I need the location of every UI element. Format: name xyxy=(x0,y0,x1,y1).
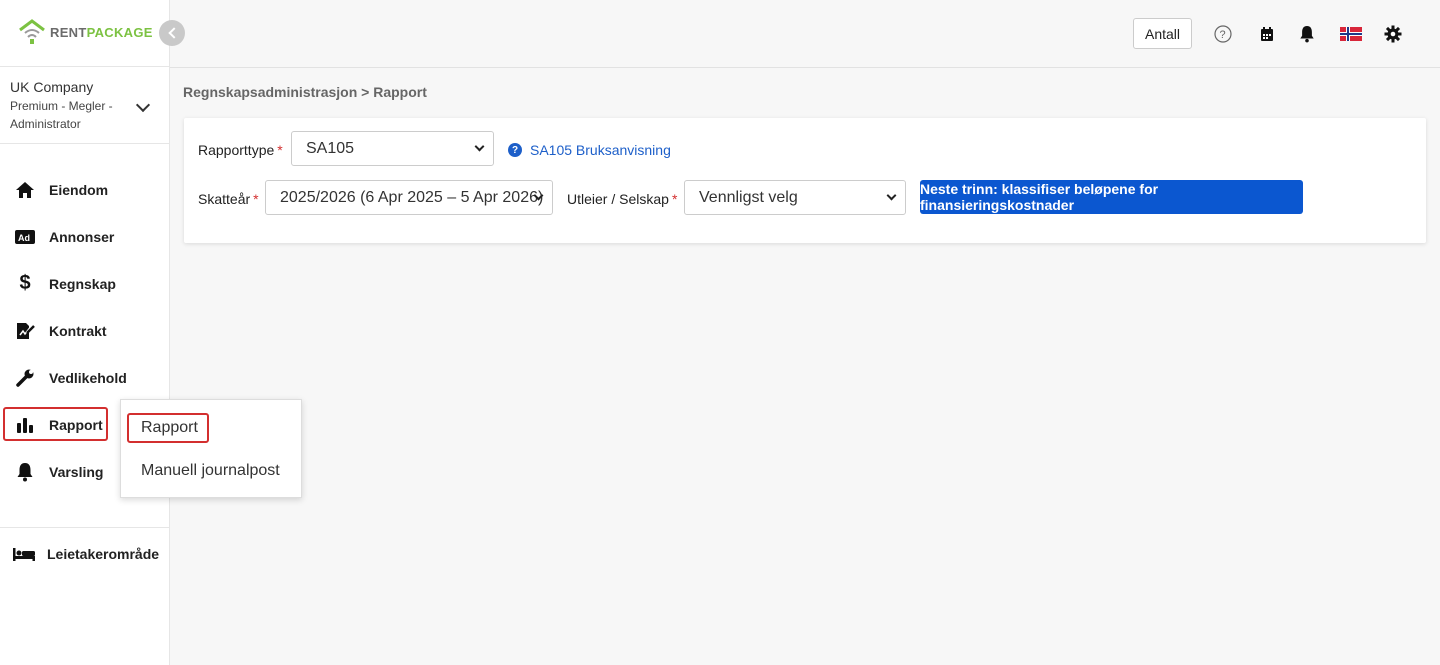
breadcrumb: Regnskapsadministrasjon > Rapport xyxy=(183,84,427,100)
landlord-select[interactable]: Vennligst velg xyxy=(684,180,906,215)
help-link-text: SA105 Bruksanvisning xyxy=(530,142,671,158)
bed-icon xyxy=(12,543,36,565)
dollar-icon: $ xyxy=(19,272,31,294)
tax-year-select[interactable]: 2025/2026 (6 Apr 2025 – 5 Apr 2026) xyxy=(265,180,553,215)
sa105-help-link[interactable]: ? SA105 Bruksanvisning xyxy=(508,142,671,158)
sidebar-item-regnskap[interactable]: $ Regnskap xyxy=(0,260,170,307)
select-value: 2025/2026 (6 Apr 2025 – 5 Apr 2026) xyxy=(280,188,544,206)
notification-bell-icon[interactable] xyxy=(1298,25,1316,43)
sidebar-item-label: Leietakerområde xyxy=(47,545,160,562)
report-type-label: Rapporttype * xyxy=(198,142,283,158)
wrench-icon xyxy=(14,367,36,389)
sidebar: RENTPACKAGE UK Company Premium - Megler … xyxy=(0,0,170,665)
company-switcher[interactable]: UK Company Premium - Megler - Administra… xyxy=(0,66,170,144)
tax-year-label: Skatteår * xyxy=(198,191,259,207)
landlord-label: Utleier / Selskap * xyxy=(567,191,678,207)
bell-icon xyxy=(14,461,36,483)
logo-icon xyxy=(19,19,45,44)
sidebar-item-label: Vedlikehold xyxy=(49,369,127,386)
svg-text:?: ? xyxy=(1220,29,1226,41)
company-role: Premium - Megler - Administrator xyxy=(10,99,113,131)
chevron-down-icon[interactable] xyxy=(135,97,151,113)
sidebar-item-label: Varsling xyxy=(49,463,104,480)
sidebar-item-leietakeromrade[interactable]: Leietakerområde xyxy=(0,530,170,577)
company-name: UK Company xyxy=(10,79,94,95)
select-value: Vennligst velg xyxy=(699,188,798,206)
report-type-select[interactable]: SA105 xyxy=(291,131,494,166)
home-icon xyxy=(14,179,36,201)
sidebar-bottom: Leietakerområde xyxy=(0,530,170,577)
submenu-item-rapport[interactable]: Rapport xyxy=(127,413,209,443)
contract-icon xyxy=(14,320,36,342)
question-circle-icon: ? xyxy=(508,143,522,157)
select-value: SA105 xyxy=(306,139,355,157)
sidebar-item-eiendom[interactable]: Eiendom xyxy=(0,166,170,213)
rapport-submenu: Rapport Manuell journalpost xyxy=(120,399,302,498)
sidebar-item-label: Eiendom xyxy=(49,181,109,198)
svg-text:Ad: Ad xyxy=(18,233,30,243)
help-icon[interactable]: ? xyxy=(1214,25,1232,43)
chevron-down-icon xyxy=(474,141,485,152)
sidebar-item-label: Regnskap xyxy=(49,275,116,292)
calendar-icon[interactable] xyxy=(1258,25,1276,43)
sidebar-item-label: Annonser xyxy=(49,228,115,245)
logo[interactable]: RENTPACKAGE xyxy=(18,18,153,46)
sidebar-item-annonser[interactable]: Ad Annonser xyxy=(0,213,170,260)
sidebar-item-vedlikehold[interactable]: Vedlikehold xyxy=(0,354,170,401)
antall-button[interactable]: Antall xyxy=(1133,18,1192,49)
sidebar-item-label: Kontrakt xyxy=(49,322,107,339)
collapse-sidebar-button[interactable] xyxy=(159,20,185,46)
next-step-button[interactable]: Neste trinn: klassifiser beløpene for fi… xyxy=(920,180,1303,214)
ad-icon: Ad xyxy=(14,226,36,248)
top-header: Antall ? xyxy=(170,0,1440,68)
logo-text: RENTPACKAGE xyxy=(50,24,153,40)
sidebar-item-kontrakt[interactable]: Kontrakt xyxy=(0,307,170,354)
chevron-down-icon xyxy=(886,190,897,201)
bar-chart-icon xyxy=(14,414,36,436)
flag-norway-icon[interactable] xyxy=(1340,25,1362,43)
chevron-left-icon xyxy=(167,27,180,39)
gear-icon[interactable] xyxy=(1384,25,1402,43)
sidebar-divider xyxy=(0,527,170,528)
sidebar-item-label: Rapport xyxy=(49,416,103,433)
submenu-item-manuell-journalpost[interactable]: Manuell journalpost xyxy=(129,456,292,486)
